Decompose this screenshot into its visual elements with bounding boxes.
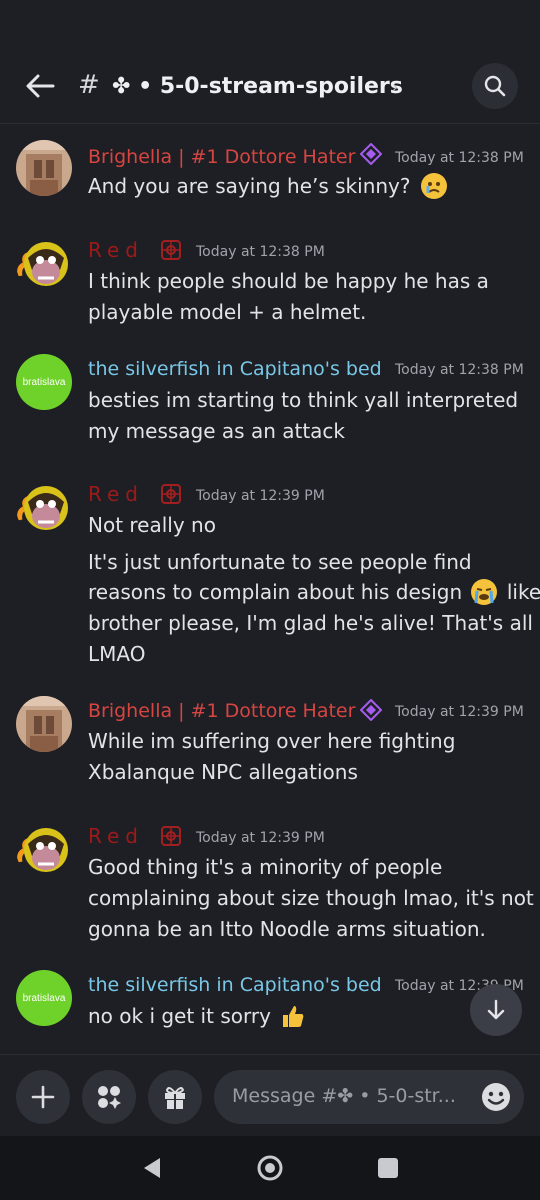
channel-title[interactable]: ✤ • 5-0-stream-spoilers bbox=[112, 74, 403, 99]
avatar[interactable]: bratislava bbox=[16, 970, 72, 1026]
message[interactable]: Brighella | #1 Dottore Hater Today at 12… bbox=[0, 138, 540, 208]
author-name[interactable]: Brighella | #1 Dottore Hater bbox=[88, 700, 355, 722]
nav-home-icon[interactable] bbox=[256, 1154, 284, 1182]
plus-icon bbox=[31, 1085, 55, 1109]
timestamp: Today at 12:39 PM bbox=[196, 830, 325, 846]
message-line: my message as an attack bbox=[88, 419, 346, 443]
avatar[interactable] bbox=[16, 236, 72, 292]
message-line: brother please, I'm glad he's alive! Tha… bbox=[88, 611, 533, 635]
server-badge-icon bbox=[161, 826, 181, 846]
author-name[interactable]: Red bbox=[88, 824, 144, 848]
avatar-text: bratislava bbox=[22, 376, 66, 388]
message-text: And you are saying he’s skinny? bbox=[88, 172, 447, 201]
sad-face-emoji bbox=[420, 172, 447, 199]
avatar-text: bratislava bbox=[22, 992, 66, 1004]
author-name[interactable]: Red bbox=[88, 238, 144, 262]
jump-to-present-button[interactable] bbox=[470, 984, 522, 1036]
server-badge-icon bbox=[360, 699, 382, 721]
message-text: no ok i get it sorry bbox=[88, 1004, 306, 1031]
message-composer: Message #✤ • 5-0-str... bbox=[0, 1054, 540, 1136]
timestamp: Today at 12:38 PM bbox=[196, 244, 325, 260]
server-badge-icon bbox=[161, 484, 181, 504]
author-name[interactable]: the silverfish in Capitano's bed bbox=[88, 974, 382, 996]
apps-icon bbox=[98, 1086, 121, 1109]
message-line: Xbalanque NPC allegations bbox=[88, 760, 358, 784]
message[interactable]: bratislava the silverfish in Capitano's … bbox=[0, 352, 540, 444]
loudly-crying-emoji bbox=[471, 578, 498, 605]
message-line: gonna be an Itto Noodle arms situation. bbox=[88, 917, 486, 941]
message-line: Good thing it's a minority of people bbox=[88, 855, 443, 879]
message-input-placeholder: Message #✤ • 5-0-str... bbox=[232, 1085, 456, 1107]
gift-button[interactable] bbox=[148, 1070, 202, 1124]
message-line: It's just unfortunate to see people find bbox=[88, 550, 472, 574]
author-name[interactable]: Brighella | #1 Dottore Hater bbox=[88, 146, 355, 168]
message[interactable]: Red Today at 12:38 PM I think people sho… bbox=[0, 234, 540, 326]
author-name[interactable]: Red bbox=[88, 482, 144, 506]
author-name[interactable]: the silverfish in Capitano's bed bbox=[88, 358, 382, 380]
message-line: complaining about size though lmao, it's… bbox=[88, 886, 534, 910]
avatar[interactable] bbox=[16, 140, 72, 196]
arrow-down-icon bbox=[487, 999, 505, 1020]
timestamp: Today at 12:38 PM bbox=[395, 150, 524, 166]
message-input[interactable]: Message #✤ • 5-0-str... bbox=[214, 1070, 524, 1124]
message[interactable]: bratislava the silverfish in Capitano's … bbox=[0, 968, 540, 1038]
thumbs-up-emoji bbox=[280, 1003, 306, 1029]
message-line: reasons to complain about his design lik… bbox=[88, 578, 540, 607]
message-line: Not really no bbox=[88, 513, 216, 537]
nav-back-icon[interactable] bbox=[138, 1154, 166, 1182]
message-line: no ok i get it sorry bbox=[88, 1004, 271, 1028]
message[interactable]: Red Today at 12:39 PM Good thing it's a … bbox=[0, 820, 540, 944]
chevron-right-icon[interactable]: › bbox=[392, 78, 398, 96]
message-line: LMAO bbox=[88, 642, 146, 666]
avatar[interactable] bbox=[16, 696, 72, 752]
message-line-part: reasons to complain about his design bbox=[88, 580, 463, 604]
channel-hash-icon: # bbox=[78, 70, 100, 100]
timestamp: Today at 12:38 PM bbox=[395, 362, 524, 378]
channel-header: # ✤ • 5-0-stream-spoilers › bbox=[0, 0, 540, 124]
search-button[interactable] bbox=[472, 63, 518, 109]
message-line: I think people should be happy he has a bbox=[88, 269, 489, 293]
message-line: While im suffering over here fighting bbox=[88, 729, 456, 753]
server-badge-icon bbox=[161, 240, 181, 260]
message[interactable]: Brighella | #1 Dottore Hater Today at 12… bbox=[0, 694, 540, 786]
search-icon bbox=[484, 75, 506, 97]
avatar[interactable]: bratislava bbox=[16, 354, 72, 410]
avatar[interactable] bbox=[16, 822, 72, 878]
timestamp: Today at 12:39 PM bbox=[196, 488, 325, 504]
message[interactable]: Red Today at 12:39 PM Not really no It's… bbox=[0, 478, 540, 668]
message-line-part: like bbox=[506, 580, 540, 604]
timestamp: Today at 12:39 PM bbox=[395, 704, 524, 720]
server-badge-icon bbox=[360, 143, 382, 165]
avatar[interactable] bbox=[16, 480, 72, 536]
system-nav-bar bbox=[0, 1136, 540, 1200]
arrow-left-icon bbox=[26, 74, 55, 98]
back-button[interactable] bbox=[20, 68, 60, 104]
message-line: playable model + a helmet. bbox=[88, 300, 367, 324]
gift-icon bbox=[165, 1087, 185, 1109]
message-line: besties im starting to think yall interp… bbox=[88, 388, 519, 412]
apps-button[interactable] bbox=[82, 1070, 136, 1124]
emoji-picker-icon[interactable] bbox=[480, 1081, 512, 1113]
nav-recents-icon[interactable] bbox=[374, 1154, 402, 1182]
message-line: And you are saying he’s skinny? bbox=[88, 174, 411, 198]
add-attachment-button[interactable] bbox=[16, 1070, 70, 1124]
